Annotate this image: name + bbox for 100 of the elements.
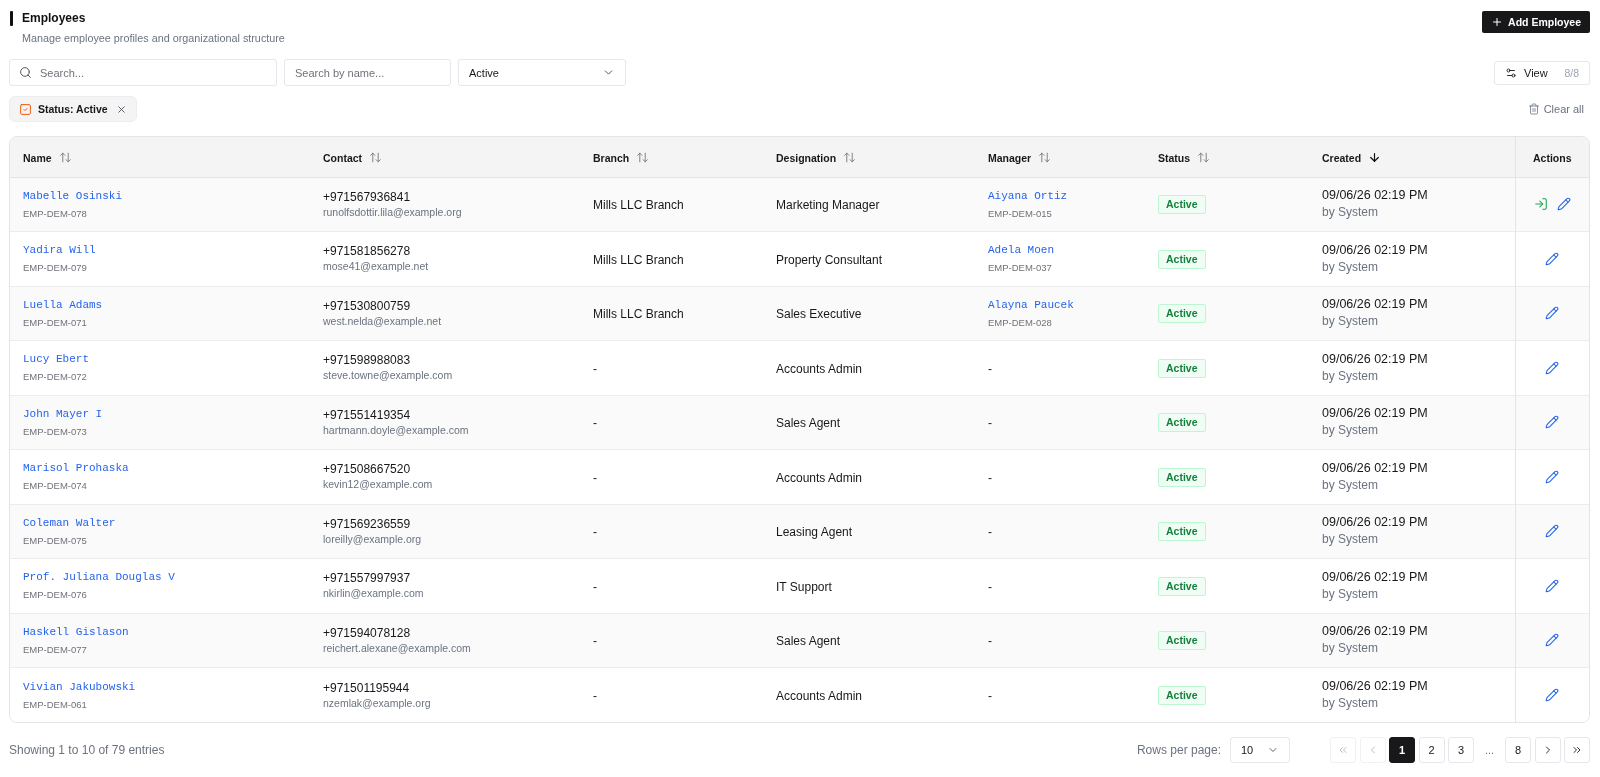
manager-name-link[interactable]: Adela Moen <box>988 243 1054 258</box>
branch-name: Mills LLC Branch <box>593 198 684 213</box>
email-address: steve.towne@example.com <box>323 369 453 383</box>
rows-per-page-select[interactable]: 10 <box>1230 737 1290 763</box>
pencil-icon[interactable] <box>1545 469 1560 484</box>
created-date: 09/06/26 02:19 PM <box>1322 242 1428 258</box>
trash-icon <box>1527 103 1540 115</box>
pencil-icon[interactable] <box>1545 360 1560 375</box>
pagination-ellipsis: ... <box>1483 744 1496 756</box>
created-by: by System <box>1322 368 1378 384</box>
created-date: 09/06/26 02:19 PM <box>1322 624 1428 640</box>
manager-id: EMP-DEM-037 <box>988 262 1052 275</box>
email-address: kevin12@example.com <box>323 478 433 492</box>
branch-name: - <box>593 470 597 485</box>
page-button[interactable]: 8 <box>1505 737 1531 763</box>
employee-name-link[interactable]: Luella Adams <box>23 297 103 312</box>
employee-name-link[interactable]: Marisol Prohaska <box>23 461 129 476</box>
pencil-icon[interactable] <box>1545 251 1560 266</box>
up-down-arrows-icon[interactable] <box>1038 151 1052 165</box>
phone-number: +971551419354 <box>323 407 411 423</box>
employee-name-link[interactable]: Lucy Ebert <box>23 352 89 367</box>
branch-name: Mills LLC Branch <box>593 252 684 267</box>
up-down-arrows-icon[interactable] <box>58 151 72 165</box>
employee-id: EMP-DEM-076 <box>23 589 87 602</box>
view-button[interactable]: View 8/8 <box>1494 60 1590 85</box>
manager-name-link[interactable]: Alayna Paucek <box>988 297 1074 312</box>
manager-id: EMP-DEM-028 <box>988 316 1052 329</box>
employee-id: EMP-DEM-061 <box>23 698 87 711</box>
employee-id: EMP-DEM-079 <box>23 262 87 275</box>
up-down-arrows-icon[interactable] <box>843 151 857 165</box>
employee-id: EMP-DEM-072 <box>23 371 87 384</box>
employee-name-link[interactable]: John Mayer I <box>23 406 103 421</box>
filter-label: Status: Active <box>38 103 108 115</box>
designation: Accounts Admin <box>776 361 863 376</box>
employee-name-link[interactable]: Vivian Jakubowski <box>23 679 136 694</box>
close-icon[interactable] <box>115 103 127 115</box>
sliders-icon <box>1505 66 1517 79</box>
up-down-arrows-icon[interactable] <box>369 151 383 165</box>
pencil-icon[interactable] <box>1545 688 1560 702</box>
page-button[interactable]: 3 <box>1448 737 1474 763</box>
pencil-icon[interactable] <box>1545 306 1560 321</box>
branch-name: - <box>593 634 597 649</box>
status-badge: Active <box>1158 686 1206 705</box>
sign-in-icon[interactable] <box>1533 197 1548 212</box>
pencil-icon[interactable] <box>1545 633 1560 648</box>
manager-empty: - <box>988 361 992 376</box>
created-by: by System <box>1322 259 1378 275</box>
status-badge: Active <box>1158 249 1206 269</box>
last-page-button[interactable] <box>1564 737 1590 763</box>
employee-name-link[interactable]: Prof. Juliana Douglas V <box>23 570 175 585</box>
page-button[interactable]: 1 <box>1389 737 1415 763</box>
clear-all-button[interactable]: Clear all <box>1527 103 1584 115</box>
employee-id: EMP-DEM-077 <box>23 643 87 656</box>
employee-name-link[interactable]: Mabelle Osinski <box>23 188 123 203</box>
created-date: 09/06/26 02:19 PM <box>1322 188 1428 204</box>
status-badge: Active <box>1158 413 1206 433</box>
created-by: by System <box>1322 205 1378 221</box>
double-chevron-right-icon <box>1571 744 1583 756</box>
page-button[interactable]: 2 <box>1418 737 1445 763</box>
manager-empty: - <box>988 416 992 431</box>
manager-name-link[interactable]: Aiyana Ortiz <box>988 188 1068 203</box>
employee-name-link[interactable]: Haskell Gislason <box>23 624 129 639</box>
add-employee-button[interactable]: Add Employee <box>1482 11 1590 33</box>
status-badge: Active <box>1158 358 1206 378</box>
manager-empty: - <box>988 470 992 485</box>
search-field[interactable]: Search... <box>9 59 277 86</box>
created-by: by System <box>1322 314 1378 330</box>
employee-id: EMP-DEM-073 <box>23 425 87 438</box>
created-by: by System <box>1322 696 1378 711</box>
status-badge: Active <box>1158 631 1206 651</box>
double-chevron-left-icon <box>1337 744 1349 756</box>
column-header: Contact <box>323 151 363 164</box>
branch-name: - <box>593 579 597 594</box>
pencil-icon[interactable] <box>1545 524 1560 539</box>
name-search-field[interactable]: Search by name... <box>284 59 451 86</box>
designation: Leasing Agent <box>776 525 853 540</box>
manager-id: EMP-DEM-015 <box>988 207 1052 220</box>
manager-empty: - <box>988 634 992 649</box>
up-down-arrows-icon[interactable] <box>1197 151 1211 165</box>
created-date: 09/06/26 02:19 PM <box>1322 406 1428 422</box>
phone-number: +971581856278 <box>323 244 411 260</box>
column-count: 8/8 <box>1564 66 1579 79</box>
down-arrow-icon[interactable] <box>1368 151 1382 165</box>
pencil-icon[interactable] <box>1545 415 1560 430</box>
pencil-icon[interactable] <box>1545 578 1560 593</box>
search-icon <box>19 66 32 79</box>
phone-number: +971567936841 <box>323 189 411 205</box>
branch-name: - <box>593 361 597 376</box>
phone-number: +971530800759 <box>323 298 411 314</box>
pencil-icon[interactable] <box>1556 197 1571 212</box>
created-by: by System <box>1322 423 1378 439</box>
employee-name-link[interactable]: Yadira Will <box>23 243 96 258</box>
up-down-arrows-icon[interactable] <box>636 151 650 165</box>
employee-name-link[interactable]: Coleman Walter <box>23 515 116 530</box>
column-header: Branch <box>593 151 630 164</box>
status-badge: Active <box>1158 467 1206 487</box>
created-date: 09/06/26 02:19 PM <box>1322 351 1428 367</box>
manager-empty: - <box>988 579 992 594</box>
status-badge: Active <box>1158 304 1206 324</box>
status-select[interactable]: Active <box>458 59 626 86</box>
